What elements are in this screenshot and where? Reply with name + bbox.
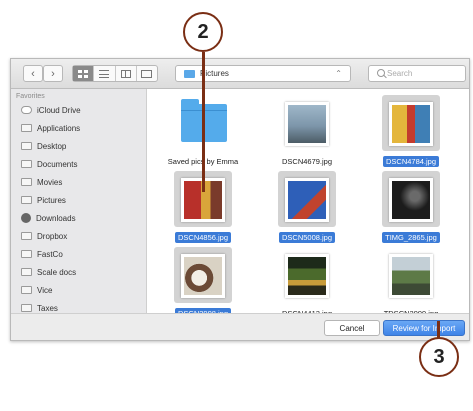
documents-icon bbox=[21, 160, 32, 168]
cancel-button[interactable]: Cancel bbox=[324, 320, 380, 336]
sidebar-item-label: Applications bbox=[37, 123, 81, 133]
sidebar-item-pictures[interactable]: Pictures bbox=[21, 192, 66, 208]
view-mode-switcher bbox=[72, 65, 158, 82]
sidebar-item-scale-docs[interactable]: Scale docs bbox=[21, 264, 76, 280]
file-item[interactable]: DSCN5008.jpg bbox=[259, 171, 355, 245]
file-name: DSCN5008.jpg bbox=[278, 232, 336, 243]
column-view-button[interactable] bbox=[116, 66, 137, 81]
sidebar: Favorites iCloud Drive Applications Desk… bbox=[11, 89, 147, 315]
sidebar-item-label: Downloads bbox=[36, 213, 76, 223]
file-item[interactable]: TDSCN2999.jpg bbox=[363, 247, 459, 321]
sidebar-item-movies[interactable]: Movies bbox=[21, 174, 62, 190]
chevron-left-icon: ‹ bbox=[31, 67, 35, 80]
back-button[interactable]: ‹ bbox=[23, 65, 43, 82]
sidebar-item-desktop[interactable]: Desktop bbox=[21, 138, 66, 154]
file-name: DSCN4784.jpg bbox=[382, 156, 440, 167]
sidebar-item-label: FastCo bbox=[37, 249, 63, 259]
columns-icon bbox=[120, 69, 131, 78]
file-grid: Saved pics by Emma DSCN4679.jpg DSCN4784… bbox=[147, 89, 469, 319]
toolbar: ‹ › Pictures ⌃ Search bbox=[11, 59, 469, 89]
sidebar-heading: Favorites bbox=[16, 93, 45, 100]
sidebar-item-label: Pictures bbox=[37, 195, 66, 205]
search-field[interactable]: Search bbox=[368, 65, 466, 82]
file-item[interactable]: DSCN4679.jpg bbox=[259, 95, 355, 169]
file-item[interactable]: TIMG_2865.jpg bbox=[363, 171, 459, 245]
dropbox-icon bbox=[21, 232, 32, 240]
sidebar-item-icloud-drive[interactable]: iCloud Drive bbox=[21, 102, 81, 118]
sidebar-item-applications[interactable]: Applications bbox=[21, 120, 80, 136]
sidebar-item-label: Vice bbox=[37, 285, 53, 295]
forward-button[interactable]: › bbox=[43, 65, 63, 82]
sidebar-item-documents[interactable]: Documents bbox=[21, 156, 77, 172]
folder-icon bbox=[21, 268, 32, 276]
photo-thumbnail bbox=[285, 178, 329, 222]
photo-thumbnail bbox=[389, 254, 433, 298]
icon-view-button[interactable] bbox=[73, 66, 95, 81]
camera-icon bbox=[21, 196, 32, 204]
file-name: TIMG_2865.jpg bbox=[382, 232, 440, 243]
photo-thumbnail bbox=[389, 102, 433, 146]
callout-3: 3 bbox=[419, 337, 459, 377]
file-picker-window: ‹ › Pictures ⌃ Search Favorites iCloud D… bbox=[10, 58, 470, 341]
applications-icon bbox=[21, 124, 32, 132]
search-placeholder: Search bbox=[387, 69, 413, 78]
file-item[interactable]: DSCN2908.jpg bbox=[155, 247, 251, 321]
file-item[interactable]: DSCN4784.jpg bbox=[363, 95, 459, 169]
folder-icon bbox=[21, 286, 32, 294]
callout-3-leader bbox=[437, 321, 440, 338]
sidebar-item-dropbox[interactable]: Dropbox bbox=[21, 228, 67, 244]
file-name: DSCN4856.jpg bbox=[174, 232, 232, 243]
sidebar-item-label: Scale docs bbox=[37, 267, 77, 277]
sidebar-item-label: iCloud Drive bbox=[37, 105, 81, 115]
photo-thumbnail bbox=[285, 254, 329, 298]
file-name: DSCN4679.jpg bbox=[281, 157, 333, 166]
search-icon bbox=[377, 69, 385, 77]
folder-icon bbox=[21, 304, 32, 312]
folder-icon bbox=[184, 69, 195, 78]
file-item[interactable]: DSCN4412.jpg bbox=[259, 247, 355, 321]
folder-icon bbox=[21, 250, 32, 258]
cover-flow-icon bbox=[141, 69, 153, 78]
chevron-updown-icon: ⌃ bbox=[335, 69, 342, 78]
photo-thumbnail bbox=[285, 102, 329, 146]
list-view-button[interactable] bbox=[94, 66, 116, 81]
photo-thumbnail bbox=[181, 254, 225, 298]
sidebar-item-downloads[interactable]: Downloads bbox=[21, 210, 76, 226]
cloud-icon bbox=[21, 106, 32, 114]
sidebar-item-fastco[interactable]: FastCo bbox=[21, 246, 63, 262]
callout-2: 2 bbox=[183, 12, 223, 52]
sidebar-item-label: Desktop bbox=[37, 141, 67, 151]
sidebar-item-vice[interactable]: Vice bbox=[21, 282, 52, 298]
callout-2-leader bbox=[202, 52, 205, 192]
icon-grid-icon bbox=[78, 69, 89, 78]
sidebar-item-label: Dropbox bbox=[37, 231, 68, 241]
movies-icon bbox=[21, 178, 32, 186]
chevron-right-icon: › bbox=[51, 67, 55, 80]
cover-flow-button[interactable] bbox=[137, 66, 157, 81]
sidebar-item-label: Documents bbox=[37, 159, 78, 169]
sidebar-item-label: Movies bbox=[37, 177, 63, 187]
sidebar-item-label: Taxes bbox=[37, 303, 58, 313]
list-icon bbox=[99, 69, 110, 78]
downloads-icon bbox=[21, 213, 31, 223]
review-for-import-button[interactable]: Review for Import bbox=[383, 320, 465, 336]
photo-thumbnail bbox=[389, 178, 433, 222]
folder-icon bbox=[21, 142, 32, 150]
footer-bar: Cancel Review for Import bbox=[11, 313, 469, 340]
